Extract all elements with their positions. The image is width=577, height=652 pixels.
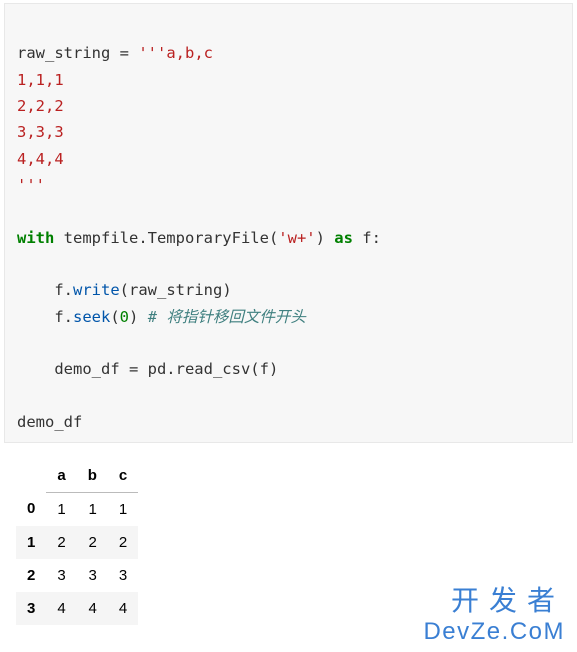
- cell: 1: [108, 492, 138, 526]
- table-row: 0 1 1 1: [16, 492, 138, 526]
- code-line-13: demo_df = pd.read_csv(f): [17, 360, 278, 378]
- code-token: (: [110, 308, 119, 326]
- row-index: 0: [16, 492, 46, 526]
- cell: 3: [108, 559, 138, 592]
- table-row: 3 4 4 4: [16, 592, 138, 625]
- watermark-top: 开发者: [423, 586, 565, 618]
- cell: 4: [77, 592, 108, 625]
- string-literal: 3,3,3: [17, 123, 64, 141]
- code-token: f.: [17, 281, 73, 299]
- string-literal: 1,1,1: [17, 71, 64, 89]
- code-token: f.: [17, 308, 73, 326]
- keyword: with: [17, 229, 54, 247]
- cell: 4: [108, 592, 138, 625]
- function-name: seek: [73, 308, 110, 326]
- comment: # 将指针移回文件开头: [148, 308, 306, 326]
- string-literal: 2,2,2: [17, 97, 64, 115]
- number-literal: 0: [120, 308, 129, 326]
- code-cell: raw_string = '''a,b,c 1,1,1 2,2,2 3,3,3 …: [4, 3, 573, 443]
- code-line-1: raw_string = '''a,b,c: [17, 44, 213, 62]
- string-literal: 4,4,4: [17, 150, 64, 168]
- cell: 1: [46, 492, 76, 526]
- row-index: 1: [16, 526, 46, 559]
- cell: 3: [77, 559, 108, 592]
- function-name: write: [73, 281, 120, 299]
- table-row: 1 2 2 2: [16, 526, 138, 559]
- cell: 2: [77, 526, 108, 559]
- cell: 4: [46, 592, 76, 625]
- code-token: raw_string =: [17, 44, 138, 62]
- code-line-8: with tempfile.TemporaryFile('w+') as f:: [17, 229, 381, 247]
- cell: 3: [46, 559, 76, 592]
- cell: 2: [46, 526, 76, 559]
- cell: 1: [77, 492, 108, 526]
- code-line-11: f.seek(0) # 将指针移回文件开头: [17, 308, 306, 326]
- cell: 2: [108, 526, 138, 559]
- row-index: 2: [16, 559, 46, 592]
- code-token: ): [129, 308, 148, 326]
- col-header: b: [77, 459, 108, 493]
- string-literal: 'w+': [278, 229, 315, 247]
- col-header: c: [108, 459, 138, 493]
- dataframe-table: a b c 0 1 1 1 1 2 2 2 2 3 3 3: [16, 459, 138, 625]
- col-header: a: [46, 459, 76, 493]
- watermark: 开发者 DevZe.CoM: [423, 586, 565, 646]
- code-token: f:: [353, 229, 381, 247]
- table-row: 2 3 3 3: [16, 559, 138, 592]
- code-token: tempfile.TemporaryFile(: [54, 229, 278, 247]
- string-literal: '''a,b,c: [138, 44, 213, 62]
- table-header-row: a b c: [16, 459, 138, 493]
- string-literal: ''': [17, 176, 45, 194]
- code-token: (raw_string): [120, 281, 232, 299]
- row-index: 3: [16, 592, 46, 625]
- watermark-bottom: DevZe.CoM: [423, 618, 565, 646]
- code-line-10: f.write(raw_string): [17, 281, 232, 299]
- keyword: as: [334, 229, 353, 247]
- code-line-15: demo_df: [17, 413, 82, 431]
- code-token: ): [316, 229, 335, 247]
- index-header: [16, 459, 46, 493]
